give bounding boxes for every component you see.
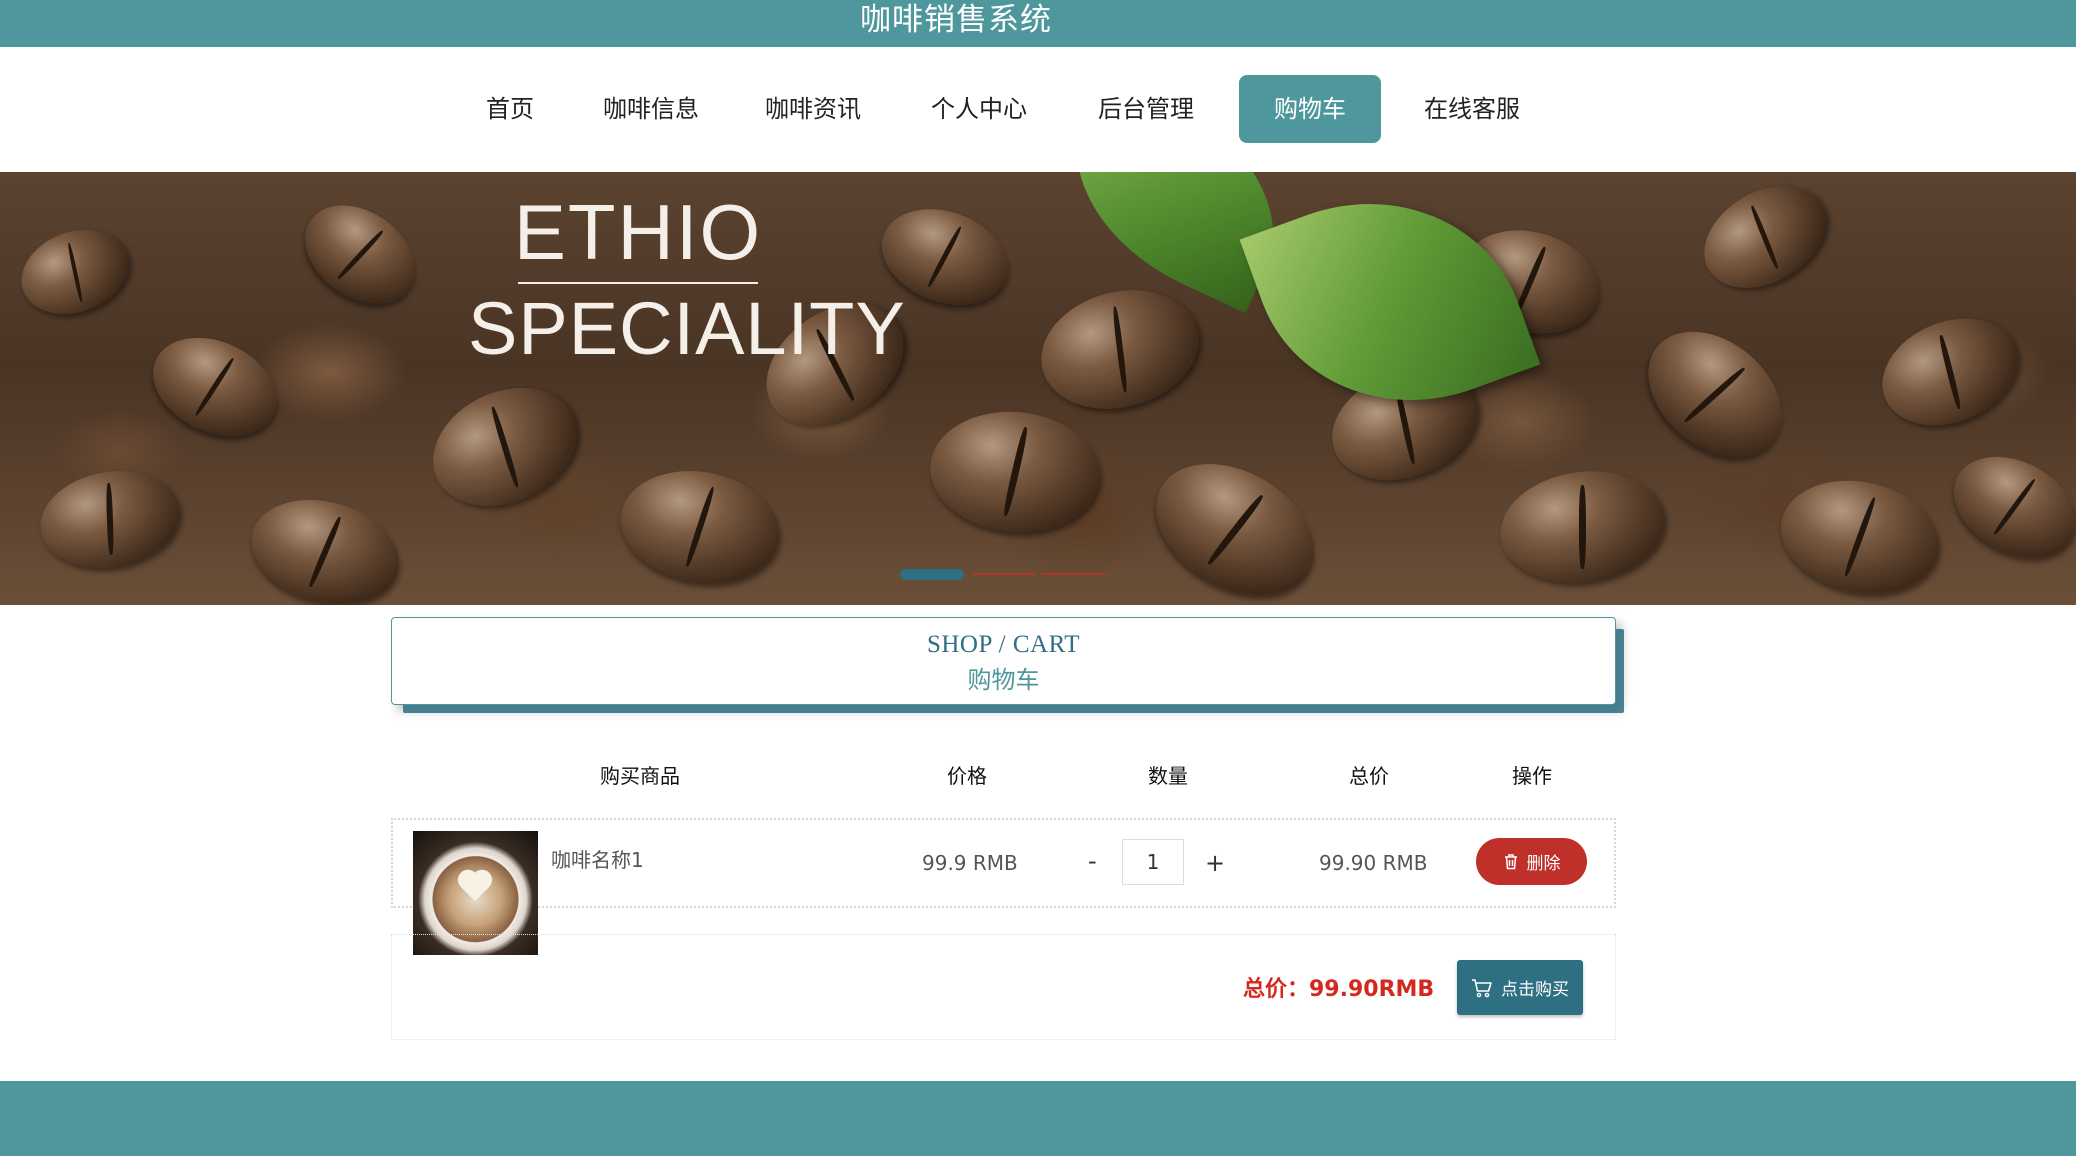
product-price: 99.9 RMB [922, 851, 1018, 875]
nav-item-coffee-news[interactable]: 咖啡资讯 [752, 75, 874, 143]
banner-bean [32, 460, 188, 579]
nav-item-home[interactable]: 首页 [470, 75, 550, 143]
banner-bean [925, 404, 1105, 540]
main-nav: 首页 咖啡信息 咖啡资讯 个人中心 后台管理 购物车 在线客服 [0, 47, 2076, 172]
banner-bean [1686, 172, 1844, 309]
cart-icon [1471, 978, 1493, 998]
app-root: 咖啡销售系统 首页 咖啡信息 咖啡资讯 个人中心 后台管理 购物车 在线客服 E… [0, 0, 2076, 1156]
banner-bean [1493, 461, 1672, 593]
banner-bean [611, 458, 789, 596]
section-title-cn: 购物车 [967, 666, 1040, 694]
trash-icon [1503, 853, 1519, 870]
checkout-button[interactable]: 点击购买 [1457, 960, 1583, 1015]
nav-item-coffee-info[interactable]: 咖啡信息 [590, 75, 712, 143]
nav-item-user-center[interactable]: 个人中心 [918, 75, 1040, 143]
banner-line1: ETHIO [513, 188, 763, 276]
footer [0, 1081, 2076, 1156]
checkout-button-label: 点击购买 [1501, 980, 1569, 1000]
banner-bean [137, 318, 293, 456]
cart-total: 总价：99.90RMB [1243, 977, 1435, 1002]
col-header-subtotal: 总价 [1349, 764, 1389, 788]
banner-bean [1936, 436, 2076, 578]
quantity-decrease-button[interactable]: - [1088, 847, 1097, 875]
banner-bean [1866, 299, 2034, 445]
hero-banner: ETHIO SPECIALITY [0, 172, 2076, 605]
banner-bean [1623, 306, 1807, 483]
nav-item-admin[interactable]: 后台管理 [1085, 75, 1207, 143]
nav-item-cart[interactable]: 购物车 [1239, 75, 1381, 143]
banner-bean [413, 365, 597, 529]
col-header-price: 价格 [947, 764, 987, 788]
carousel-dot-1[interactable] [900, 569, 964, 580]
section-header: SHOP / CART 购物车 [391, 617, 1616, 705]
latte-art [457, 871, 493, 903]
banner-bean [239, 484, 411, 605]
product-subtotal: 99.90 RMB [1319, 851, 1428, 875]
col-header-product: 购买商品 [600, 764, 680, 788]
site-title: 咖啡销售系统 [860, 2, 1052, 38]
banner-text: ETHIO SPECIALITY [468, 182, 906, 374]
top-bar: 咖啡销售系统 [0, 0, 2076, 47]
banner-bean [1132, 437, 1338, 605]
section-title-en: SHOP / CART [926, 631, 1081, 658]
banner-bean [1770, 466, 1950, 605]
product-name[interactable]: 咖啡名称1 [551, 844, 644, 873]
banner-line2: SPECIALITY [468, 287, 906, 370]
delete-button[interactable]: 删除 [1476, 838, 1587, 885]
banner-bean [1027, 273, 1213, 426]
delete-button-label: 删除 [1526, 854, 1561, 874]
banner-bean [286, 185, 434, 324]
quantity-input[interactable] [1122, 839, 1184, 885]
nav-item-customer-service[interactable]: 在线客服 [1411, 75, 1533, 143]
col-header-quantity: 数量 [1148, 764, 1188, 788]
quantity-increase-button[interactable]: + [1205, 849, 1225, 877]
carousel-dot-2[interactable] [972, 573, 1036, 575]
banner-bean [9, 215, 141, 329]
col-header-action: 操作 [1512, 764, 1552, 788]
carousel-dot-3[interactable] [1042, 573, 1106, 575]
